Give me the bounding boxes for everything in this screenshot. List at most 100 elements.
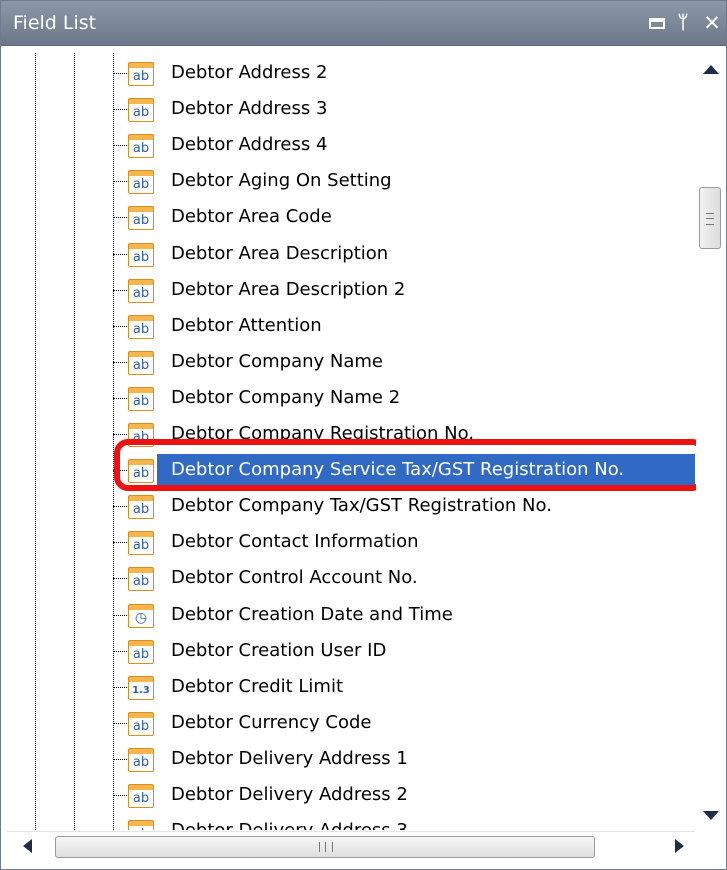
text-field-icon: ab: [128, 747, 154, 772]
text-field-icon: ab: [128, 495, 154, 520]
tree-connector: [113, 109, 127, 111]
text-field-icon: ab: [128, 820, 154, 830]
field-list-item[interactable]: ab Debtor Company Tax/GST Registration No…: [7, 486, 695, 522]
field-label: Debtor Currency Code: [171, 711, 372, 733]
scroll-up-arrow-icon[interactable]: [703, 65, 719, 74]
field-tree[interactable]: ab Debtor Address 2 ab Debtor Address 3 ab De…: [7, 53, 695, 830]
field-list-item[interactable]: ab Debtor Address 4: [7, 125, 695, 161]
pin-icon[interactable]: ᛘ: [672, 11, 694, 35]
field-label: Debtor Area Description 2: [171, 278, 406, 300]
text-field-icon: ab: [128, 206, 154, 231]
field-label: Debtor Attention: [171, 314, 322, 336]
text-field-icon: ab: [128, 386, 154, 411]
field-label: Debtor Address 2: [171, 62, 328, 83]
text-field-icon: ab: [128, 711, 154, 736]
text-field-icon: ab: [128, 350, 154, 375]
scrollbar-corner: [696, 831, 724, 861]
tree-connector: [113, 181, 127, 183]
tree-connector: [113, 325, 127, 327]
field-label: Debtor Aging On Setting: [171, 170, 392, 192]
datetime-field-icon: ◷: [128, 603, 154, 628]
field-list-item[interactable]: ab Debtor Area Description 2: [7, 270, 695, 306]
tree-connector: [113, 795, 127, 796]
tree-connector: [113, 397, 127, 399]
field-label: Debtor Creation User ID: [171, 639, 387, 661]
tree-connector: [113, 578, 127, 580]
text-field-icon: ab: [128, 134, 154, 159]
field-list-item[interactable]: ab Debtor Delivery Address 1: [7, 739, 695, 775]
vertical-scroll-thumb[interactable]: [699, 187, 721, 249]
text-field-icon: ab: [128, 242, 154, 267]
field-list-item[interactable]: 1.3 Debtor Credit Limit: [7, 667, 695, 703]
tree-connector: [113, 145, 127, 147]
field-label: Debtor Address 3: [171, 98, 328, 120]
text-field-icon: ab: [128, 423, 154, 447]
text-field-icon: ab: [128, 314, 154, 339]
panel-titlebar[interactable]: Field List ᛘ ✕: [1, 1, 726, 46]
tree-connector: [113, 758, 127, 760]
horizontal-scroll-thumb[interactable]: [55, 836, 595, 858]
field-list-item[interactable]: ab Debtor Delivery Address 2: [7, 775, 695, 811]
scroll-down-arrow-icon[interactable]: [703, 811, 719, 820]
tree-connector: [113, 73, 127, 74]
window-position-icon[interactable]: [646, 11, 668, 35]
field-list-item[interactable]: ab Debtor Contact Information: [7, 522, 695, 558]
tree-connector: [113, 542, 127, 544]
numeric-field-icon: 1.3: [128, 675, 154, 700]
field-list-item[interactable]: ab Debtor Creation User ID: [7, 631, 695, 667]
field-label: Debtor Company Registration No.: [171, 423, 475, 444]
field-label: Debtor Delivery Address 1: [171, 747, 408, 769]
tree-connector: [113, 686, 127, 688]
field-list-item[interactable]: ab Debtor Company Registration No.: [7, 414, 695, 450]
tree-connector: [113, 289, 127, 291]
tree-connector: [113, 434, 127, 435]
field-label: Debtor Control Account No.: [171, 567, 418, 589]
text-field-icon: ab: [128, 639, 154, 664]
close-icon[interactable]: ✕: [701, 11, 723, 35]
field-list-item[interactable]: ◷ Debtor Creation Date and Time: [7, 595, 695, 631]
field-list-item[interactable]: ab Debtor Delivery Address 3: [7, 811, 695, 830]
field-label: Debtor Delivery Address 2: [171, 784, 408, 805]
tree-connector: [113, 614, 127, 616]
field-list-item[interactable]: ab Debtor Control Account No.: [7, 558, 695, 594]
field-list-item[interactable]: ab Debtor Area Code: [7, 197, 695, 233]
scroll-right-arrow-icon[interactable]: [675, 839, 684, 853]
text-field-icon: ab: [128, 170, 154, 195]
tree-connector: [113, 361, 127, 363]
text-field-icon: ab: [128, 784, 154, 808]
field-label: Debtor Company Service Tax/GST Registrat…: [171, 459, 625, 481]
field-label: Debtor Contact Information: [171, 531, 419, 553]
field-list-item[interactable]: ab Debtor Area Description: [7, 234, 695, 270]
vertical-scrollbar[interactable]: [696, 53, 724, 830]
tree-connector: [113, 217, 127, 219]
field-list-item[interactable]: ab Debtor Company Service Tax/GST Registr…: [7, 450, 695, 489]
field-list-item[interactable]: ab Debtor Aging On Setting: [7, 161, 695, 197]
field-label: Debtor Address 4: [171, 134, 328, 156]
field-label: Debtor Area Description: [171, 242, 389, 264]
field-list-item[interactable]: ab Debtor Attention: [7, 306, 695, 342]
field-list-item[interactable]: ab Debtor Currency Code: [7, 703, 695, 739]
tree-connector: [113, 470, 127, 472]
tree-connector: [113, 253, 127, 255]
field-list-item[interactable]: ab Debtor Company Name: [7, 342, 695, 378]
tree-connector: [113, 650, 127, 652]
text-field-icon: ab: [128, 567, 154, 592]
scroll-left-arrow-icon[interactable]: [23, 839, 32, 853]
field-label: Debtor Credit Limit: [171, 675, 344, 697]
field-list-item[interactable]: ab Debtor Address 2: [7, 53, 695, 89]
field-label: Debtor Delivery Address 3: [171, 817, 408, 830]
field-list-item[interactable]: ab Debtor Company Name 2: [7, 378, 695, 414]
text-field-icon: ab: [128, 459, 154, 484]
horizontal-scrollbar[interactable]: [7, 831, 695, 862]
text-field-icon: ab: [128, 62, 154, 86]
tree-connector: [113, 722, 127, 724]
text-field-icon: ab: [128, 98, 154, 123]
text-field-icon: ab: [128, 278, 154, 303]
panel-title: Field List: [13, 12, 97, 34]
text-field-icon: ab: [128, 531, 154, 556]
field-label: Debtor Area Code: [171, 206, 332, 228]
field-label: Debtor Creation Date and Time: [171, 603, 453, 625]
field-list-item[interactable]: ab Debtor Address 3: [7, 89, 695, 125]
field-label: Debtor Company Name 2: [171, 386, 401, 408]
field-label: Debtor Company Name: [171, 350, 384, 372]
